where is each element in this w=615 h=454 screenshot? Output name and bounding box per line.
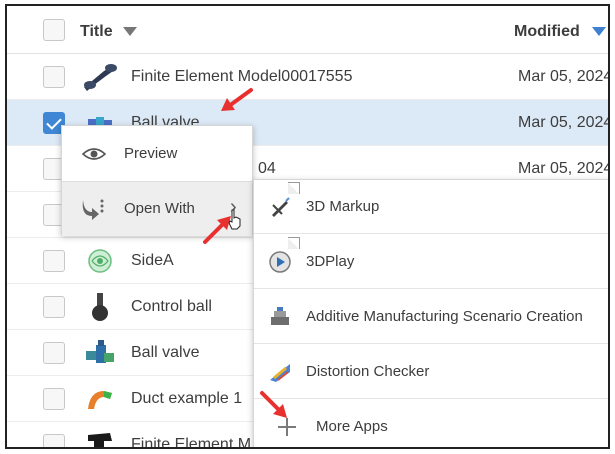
row-checkbox[interactable] <box>43 250 65 272</box>
ball-valve-2-thumbnail-icon <box>86 340 114 363</box>
markup-3d-icon <box>272 197 290 217</box>
row-modified-date: Mar 05, 2024 <box>518 114 610 131</box>
list-header: Title Modified <box>7 6 608 54</box>
play-3d-icon <box>269 251 291 273</box>
row-modified-date: Mar 05, 2024 <box>518 68 610 85</box>
row-title[interactable]: Finite Element Model00017555 <box>131 68 352 86</box>
eye-icon <box>82 148 106 160</box>
duct-thumbnail-icon <box>88 391 112 409</box>
sidea-thumbnail-icon <box>88 249 112 273</box>
preview-label: Preview <box>124 145 178 162</box>
distortion-checker-icon <box>270 364 290 382</box>
open-with-label: Open With <box>124 200 195 217</box>
row-checkbox[interactable] <box>43 296 65 318</box>
additive-manufacturing-icon <box>271 307 289 325</box>
table-row[interactable]: Finite Element Model00017555 Mar 05, 202… <box>7 54 608 100</box>
preview-menu-item[interactable]: Preview <box>62 127 252 181</box>
fem-model-2-thumbnail-icon <box>88 433 112 447</box>
context-menu: Preview Open With › <box>61 125 253 236</box>
row-title[interactable]: Duct example 1 <box>131 390 242 408</box>
submenu-item-label: Distortion Checker <box>306 363 430 380</box>
title-column-header[interactable]: Title <box>80 23 113 41</box>
corner-fold-icon <box>288 182 300 194</box>
open-with-icon <box>82 199 104 220</box>
row-checkbox[interactable] <box>43 434 65 447</box>
submenu-item-label: 3DPlay <box>306 253 355 270</box>
fem-model-thumbnail-icon <box>84 64 117 91</box>
submenu-item-distortion-checker[interactable]: Distortion Checker <box>254 345 608 399</box>
plus-icon <box>278 418 296 436</box>
submenu-item-3dplay[interactable]: 3DPlay <box>254 235 608 289</box>
open-with-submenu: 3D Markup 3DPlay Additive Manufacturing … <box>253 179 608 447</box>
submenu-item-label: 3D Markup <box>306 198 380 215</box>
row-checkbox[interactable] <box>43 388 65 410</box>
row-title[interactable]: Ball valve <box>131 344 199 362</box>
file-list-window: Title Modified Finite Element Model00017… <box>5 4 610 449</box>
select-all-checkbox[interactable] <box>43 19 65 41</box>
corner-fold-icon <box>288 237 300 249</box>
row-modified-date: Mar 05, 2024 <box>518 160 610 177</box>
row-title[interactable]: SideA <box>131 252 174 270</box>
submenu-item-additive-manufacturing[interactable]: Additive Manufacturing Scenario Creation <box>254 290 608 344</box>
chevron-right-icon: › <box>230 196 237 218</box>
modified-column-header[interactable]: Modified <box>514 23 580 41</box>
submenu-item-3d-markup[interactable]: 3D Markup <box>254 180 608 234</box>
row-title[interactable]: Control ball <box>131 298 212 316</box>
row-title[interactable]: 04 <box>258 160 276 178</box>
submenu-item-label: Additive Manufacturing Scenario Creation <box>306 308 583 325</box>
control-ball-thumbnail-icon <box>92 293 108 321</box>
sort-down-icon[interactable] <box>123 27 137 36</box>
sort-active-icon[interactable] <box>592 27 606 36</box>
row-checkbox[interactable] <box>43 342 65 364</box>
row-checkbox[interactable] <box>43 66 65 88</box>
row-title[interactable]: Finite Element M <box>131 436 251 447</box>
open-with-menu-item[interactable]: Open With › <box>62 182 252 236</box>
submenu-item-label: More Apps <box>316 418 388 435</box>
submenu-item-more-apps[interactable]: More Apps <box>254 400 608 447</box>
